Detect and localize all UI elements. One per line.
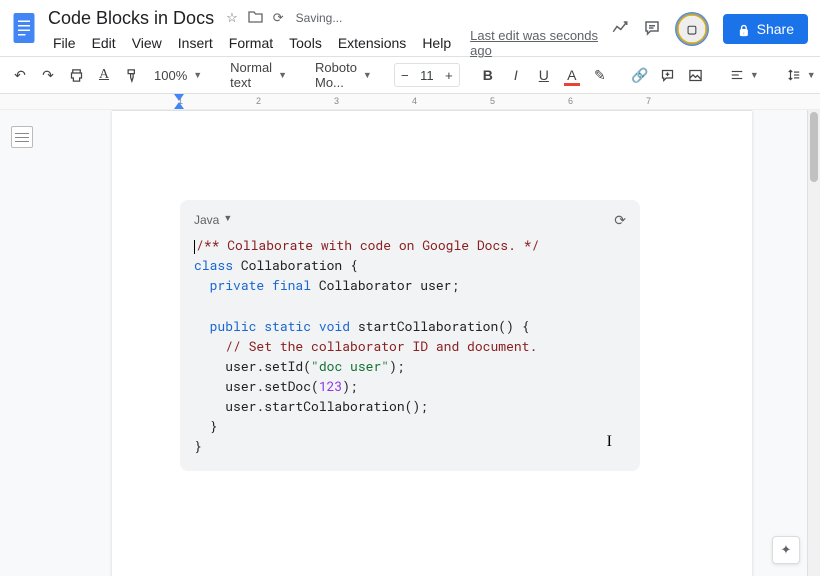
share-label: Share [757, 21, 794, 37]
bold-button[interactable]: B [476, 62, 500, 88]
text-color-button[interactable]: A [560, 62, 584, 88]
redo-button[interactable]: ↷ [36, 62, 60, 88]
code-text: ); [389, 357, 405, 375]
code-string: "doc user" [311, 357, 389, 375]
code-body[interactable]: /** Collaborate with code on Google Docs… [194, 235, 626, 457]
caret-icon: ▼ [193, 70, 202, 80]
refresh-icon[interactable]: ⟳ [614, 210, 626, 229]
lock-icon [737, 21, 751, 37]
ruler-tick: 3 [334, 96, 339, 106]
activity-icon[interactable] [611, 19, 629, 40]
meet-avatar[interactable]: ▢ [675, 12, 709, 46]
caret-icon: ▼ [223, 213, 232, 227]
ruler-tick: 5 [490, 96, 495, 106]
docs-logo[interactable] [8, 8, 40, 48]
menu-view[interactable]: View [125, 33, 169, 53]
scrollbar-thumb[interactable] [810, 112, 818, 182]
italic-button[interactable]: I [504, 62, 528, 88]
code-language-dropdown[interactable]: Java ▼ [194, 213, 232, 227]
code-keyword: public static void [210, 317, 350, 335]
horizontal-ruler[interactable]: 1 2 3 4 5 6 7 [0, 94, 820, 110]
insert-image-button[interactable] [684, 62, 708, 88]
code-text: Collaboration { [233, 256, 358, 274]
code-text: user.setDoc( [225, 377, 319, 395]
underline-button[interactable]: U [532, 62, 556, 88]
align-dropdown[interactable]: ▼ [724, 62, 765, 88]
font-size-stepper: − 11 + [394, 63, 460, 87]
page-scroll-area[interactable]: Java ▼ ⟳ /** Collaborate with code on Go… [44, 110, 820, 576]
zoom-dropdown[interactable]: 100% ▼ [148, 62, 208, 88]
code-text: Collaborator user; [311, 276, 459, 294]
move-icon[interactable] [248, 10, 263, 26]
code-text: user.setId( [225, 357, 311, 375]
font-dropdown[interactable]: Roboto Mo... ▼ [309, 62, 378, 88]
caret-icon: ▼ [750, 70, 759, 80]
header-right: ▢ Share [611, 6, 808, 46]
vertical-scrollbar[interactable] [807, 110, 820, 576]
code-text: startCollaboration() { [350, 317, 529, 335]
saving-status: Saving... [296, 11, 343, 25]
caret-icon: ▼ [807, 70, 816, 80]
highlight-button[interactable]: ✎ [588, 62, 612, 88]
caret-icon: ▼ [278, 70, 287, 80]
ibeam-cursor-icon: I [607, 433, 612, 451]
menu-help[interactable]: Help [415, 33, 458, 53]
title-area: Code Blocks in Docs ☆ ⟳ Saving... File E… [44, 6, 611, 56]
menu-file[interactable]: File [46, 33, 83, 53]
paint-format-button[interactable] [120, 62, 144, 88]
code-keyword: private final [210, 276, 311, 294]
cloud-status-icon[interactable]: ⟳ [273, 10, 284, 26]
menu-bar: File Edit View Insert Format Tools Exten… [44, 30, 611, 56]
font-size-value[interactable]: 11 [415, 68, 439, 83]
comment-history-icon[interactable] [643, 19, 661, 40]
caret-icon: ▼ [363, 70, 372, 80]
code-brace: } [194, 437, 202, 455]
undo-button[interactable]: ↶ [8, 62, 32, 88]
font-value: Roboto Mo... [315, 60, 357, 90]
line-spacing-dropdown[interactable]: ▼ [781, 62, 820, 88]
last-edit-link[interactable]: Last edit was seconds ago [470, 28, 611, 58]
document-title[interactable]: Code Blocks in Docs [44, 7, 218, 30]
indent-marker-bottom[interactable] [174, 102, 184, 109]
link-button[interactable]: 🔗 [628, 62, 652, 88]
page-border [112, 110, 752, 111]
toolbar: ↶ ↷ A 100% ▼ Normal text ▼ Roboto Mo... ▼ −… [0, 56, 820, 94]
font-size-decrease[interactable]: − [395, 64, 415, 86]
add-comment-button[interactable] [656, 62, 680, 88]
menu-edit[interactable]: Edit [85, 33, 123, 53]
ruler-tick: 7 [646, 96, 651, 106]
ruler-tick: 2 [256, 96, 261, 106]
zoom-value: 100% [154, 68, 187, 83]
ruler-tick: 4 [412, 96, 417, 106]
style-dropdown[interactable]: Normal text ▼ [224, 62, 293, 88]
code-language-label: Java [194, 213, 219, 227]
outline-toggle-button[interactable] [11, 126, 33, 148]
code-block[interactable]: Java ▼ ⟳ /** Collaborate with code on Go… [180, 200, 640, 471]
style-value: Normal text [230, 60, 272, 90]
code-keyword: class [194, 256, 233, 274]
app-header: Code Blocks in Docs ☆ ⟳ Saving... File E… [0, 0, 820, 56]
document-page[interactable]: Java ▼ ⟳ /** Collaborate with code on Go… [112, 110, 752, 576]
share-button[interactable]: Share [723, 14, 808, 44]
menu-format[interactable]: Format [222, 33, 280, 53]
code-text: user.startCollaboration(); [225, 397, 428, 415]
code-number: 123 [319, 377, 342, 395]
print-button[interactable] [64, 62, 88, 88]
code-comment: // Set the collaborator ID and document. [225, 337, 537, 355]
spellcheck-button[interactable]: A [92, 62, 116, 88]
code-brace: } [210, 417, 218, 435]
menu-insert[interactable]: Insert [171, 33, 220, 53]
menu-extensions[interactable]: Extensions [331, 33, 413, 53]
text-cursor [194, 240, 195, 254]
code-doc-comment: /** Collaborate with code on Google Docs… [196, 236, 539, 254]
workspace: Java ▼ ⟳ /** Collaborate with code on Go… [0, 110, 820, 576]
code-text: ); [342, 377, 358, 395]
explore-button[interactable]: ✦ [772, 536, 800, 564]
font-size-increase[interactable]: + [439, 64, 459, 86]
star-icon[interactable]: ☆ [226, 10, 238, 26]
left-sidebar [0, 110, 44, 576]
menu-tools[interactable]: Tools [282, 33, 329, 53]
ruler-tick: 6 [568, 96, 573, 106]
